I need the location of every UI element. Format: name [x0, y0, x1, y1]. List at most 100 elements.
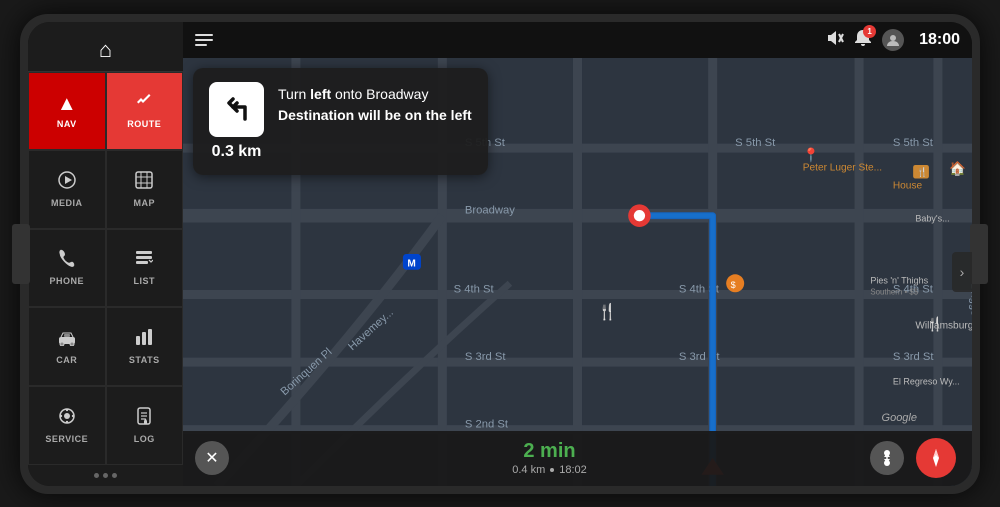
close-route-button[interactable]: ✕ [195, 441, 229, 475]
svg-text:Southern • $$: Southern • $$ [870, 287, 918, 296]
map-container: S 5th St S 5th St S 5th St Broadway S 4t… [183, 58, 972, 486]
nav-icon: ▲ [57, 93, 77, 116]
media-icon [58, 171, 76, 195]
log-icon [135, 407, 153, 431]
nav-card-left: 0.3 km [209, 82, 264, 161]
nav-distance: 0.3 km [212, 143, 262, 161]
svg-text:Broadway: Broadway [465, 204, 515, 216]
bottom-nav-bar: ✕ 2 min 0.4 km 18:02 [183, 431, 972, 486]
sidebar-item-list[interactable]: LIST [106, 229, 184, 308]
sidebar-item-media[interactable]: MEDIA [28, 150, 106, 229]
svg-text:House: House [893, 180, 923, 191]
svg-text:S 2nd St: S 2nd St [465, 418, 509, 430]
home-button[interactable]: ⌂ [28, 27, 183, 72]
nav-card: 0.3 km Turn left onto Broadway Destinati… [193, 68, 488, 175]
turn-left-arrow-icon [217, 89, 257, 129]
destination-instruction: Destination will be on the left [278, 107, 472, 123]
device-outer: ⌂ ▲ NAV ROUTE [20, 14, 980, 494]
svg-text:🍴: 🍴 [917, 166, 928, 178]
service-label: SERVICE [45, 434, 88, 444]
sidebar-item-route[interactable]: ROUTE [106, 72, 184, 151]
waypoint-button[interactable] [870, 441, 904, 475]
nav-grid: ▲ NAV ROUTE [28, 72, 183, 465]
menu-line-1 [195, 34, 213, 36]
sound-off-icon[interactable] [826, 29, 844, 50]
trip-distance: 0.4 km [512, 464, 545, 476]
service-icon [58, 407, 76, 431]
trip-details: 0.4 km 18:02 [512, 464, 587, 476]
avatar[interactable] [882, 29, 904, 51]
trip-time-display: 2 min [523, 440, 575, 463]
svg-text:S 5th St: S 5th St [893, 136, 934, 148]
svg-text:🏠: 🏠 [949, 160, 966, 175]
list-label: LIST [134, 276, 156, 286]
waypoint-icon [878, 449, 896, 467]
sidebar-item-log[interactable]: LOG [106, 386, 184, 465]
svg-text:Peter Luger Ste...: Peter Luger Ste... [803, 162, 882, 173]
svg-text:🍴: 🍴 [598, 302, 618, 321]
sidebar-item-map[interactable]: MAP [106, 150, 184, 229]
car-icon [57, 329, 77, 352]
trip-info: 2 min 0.4 km 18:02 [241, 440, 858, 476]
svg-text:$: $ [731, 279, 736, 289]
route-icon [135, 92, 153, 116]
nav-card-instruction: Turn left onto Broadway Destination will… [278, 82, 472, 126]
turn-bold: left [310, 86, 331, 102]
log-label: LOG [134, 434, 155, 444]
google-label: Google [882, 412, 917, 424]
bracket-right [970, 224, 988, 284]
svg-text:S 3rd St: S 3rd St [893, 350, 935, 362]
close-icon: ✕ [205, 448, 218, 468]
svg-text:M: M [407, 258, 415, 269]
svg-text:El Regreso Wy...: El Regreso Wy... [893, 376, 960, 386]
bracket-left [12, 224, 30, 284]
dot-1 [94, 473, 99, 478]
more-dots[interactable] [94, 465, 117, 486]
car-label: CAR [56, 355, 77, 365]
svg-text:📍: 📍 [803, 146, 820, 162]
dot-2 [103, 473, 108, 478]
svg-text:Pies 'n' Thighs: Pies 'n' Thighs [870, 275, 928, 285]
clock-display: 18:00 [919, 31, 960, 49]
stats-icon [135, 328, 153, 352]
sidebar: ⌂ ▲ NAV ROUTE [28, 22, 183, 486]
svg-text:S 5th St: S 5th St [735, 136, 776, 148]
notification-icon[interactable]: 1 [854, 29, 872, 50]
turn-street: onto Broadway [331, 86, 428, 102]
sidebar-item-nav[interactable]: ▲ NAV [28, 72, 106, 151]
map-icon [135, 171, 153, 195]
notification-badge: 1 [863, 25, 876, 38]
list-icon [135, 249, 153, 273]
main-area: 1 18:00 [183, 22, 972, 486]
sidebar-item-service[interactable]: SERVICE [28, 386, 106, 465]
map-label: MAP [134, 198, 156, 208]
svg-text:Williamsburg: Williamsburg [915, 320, 972, 331]
nav-label: NAV [57, 119, 77, 129]
menu-line-2 [195, 39, 213, 41]
trip-eta: 18:02 [559, 464, 587, 476]
compass-icon [925, 447, 947, 469]
svg-text:Baby's...: Baby's... [915, 213, 949, 223]
compass-button[interactable] [916, 438, 956, 478]
status-bar: 1 18:00 [183, 22, 972, 58]
home-icon: ⌂ [99, 37, 112, 63]
dot-separator [550, 468, 554, 472]
dot-3 [112, 473, 117, 478]
sidebar-item-car[interactable]: CAR [28, 307, 106, 386]
turn-prefix: Turn [278, 86, 310, 102]
sidebar-item-phone[interactable]: PHONE [28, 229, 106, 308]
chevron-right-button[interactable]: › [952, 252, 972, 292]
phone-icon [58, 249, 76, 273]
sidebar-item-stats[interactable]: STATS [106, 307, 184, 386]
phone-label: PHONE [49, 276, 84, 286]
device-inner: ⌂ ▲ NAV ROUTE [28, 22, 972, 486]
media-label: MEDIA [51, 198, 83, 208]
stats-label: STATS [129, 355, 160, 365]
route-label: ROUTE [127, 119, 161, 129]
nav-instruction-text: Turn left onto Broadway Destination will… [278, 84, 472, 126]
svg-text:🍴: 🍴 [927, 315, 944, 332]
svg-text:S 3rd St: S 3rd St [465, 350, 507, 362]
turn-icon-box [209, 82, 264, 137]
menu-button[interactable] [195, 34, 213, 46]
menu-line-3 [195, 44, 207, 46]
